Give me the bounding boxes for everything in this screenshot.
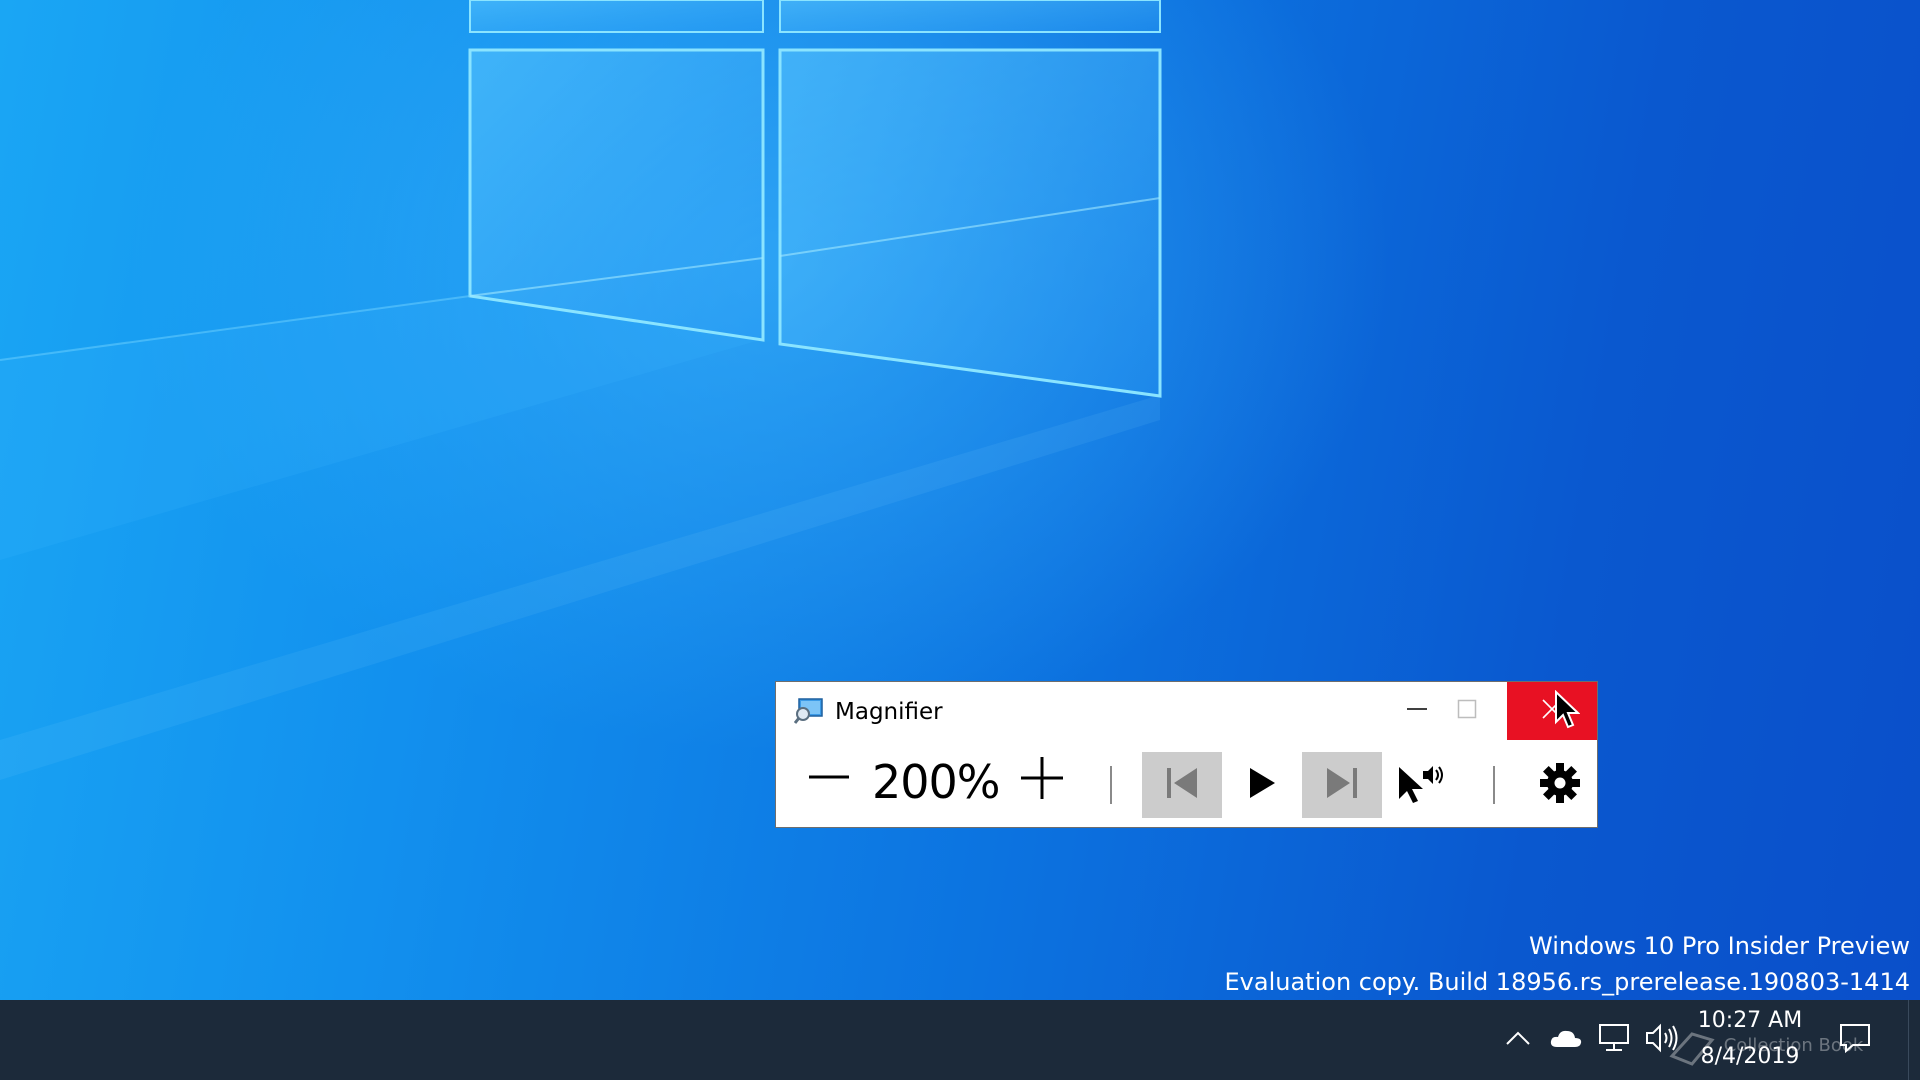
read-previous-button[interactable] xyxy=(1142,752,1222,818)
mouse-pointer-icon xyxy=(1554,689,1581,735)
skip-next-icon xyxy=(1324,765,1360,806)
taskbar: 10:27 AM 8/4/2019 xyxy=(0,1000,1920,1080)
plus-icon xyxy=(1019,755,1065,806)
minimize-icon xyxy=(1406,698,1428,725)
title-bar[interactable]: Magnifier xyxy=(776,682,1597,740)
os-watermark-build: Evaluation copy. Build 18956.rs_prerelea… xyxy=(1224,968,1910,996)
settings-button[interactable] xyxy=(1530,754,1590,816)
read-next-button[interactable] xyxy=(1302,752,1382,818)
zoom-in-button[interactable] xyxy=(1012,750,1072,810)
maximize-icon xyxy=(1457,699,1477,724)
book-logo-icon xyxy=(1669,1032,1715,1066)
show-desktop-button[interactable] xyxy=(1908,1000,1920,1080)
maximize-button[interactable] xyxy=(1442,682,1492,740)
read-play-button[interactable] xyxy=(1222,752,1302,818)
magnifier-toolbar: 200% xyxy=(776,740,1597,827)
show-hidden-icons-button[interactable] xyxy=(1498,1000,1538,1080)
pointer-speaker-icon xyxy=(1395,761,1445,810)
skip-previous-icon xyxy=(1164,765,1200,806)
chevron-up-icon xyxy=(1505,1030,1531,1051)
magnifier-window: Magnifier 200% xyxy=(775,681,1598,828)
desktop-background: Windows 10 Pro Insider Preview Evaluatio… xyxy=(0,0,1920,1000)
read-from-here-button[interactable] xyxy=(1380,752,1460,818)
overlay-text: Collection Book xyxy=(1723,1035,1864,1056)
collection-book-overlay: Collection Book xyxy=(1668,1026,1863,1066)
windows-logo-wallpaper xyxy=(0,0,1162,780)
zoom-level: 200% xyxy=(872,755,1001,809)
toolbar-separator xyxy=(1493,766,1495,804)
minus-icon xyxy=(807,755,851,804)
magnifier-app-icon xyxy=(793,696,824,726)
os-watermark-edition: Windows 10 Pro Insider Preview xyxy=(1528,932,1910,960)
onedrive-button[interactable] xyxy=(1544,1000,1588,1080)
toolbar-separator xyxy=(1110,766,1112,804)
onedrive-cloud-icon xyxy=(1549,1027,1583,1054)
window-title: Magnifier xyxy=(835,699,943,725)
play-icon xyxy=(1246,765,1278,806)
gear-icon xyxy=(1538,761,1582,810)
close-button[interactable] xyxy=(1507,682,1597,740)
network-icon xyxy=(1597,1023,1631,1058)
zoom-out-button[interactable] xyxy=(804,754,854,804)
network-button[interactable] xyxy=(1592,1000,1636,1080)
